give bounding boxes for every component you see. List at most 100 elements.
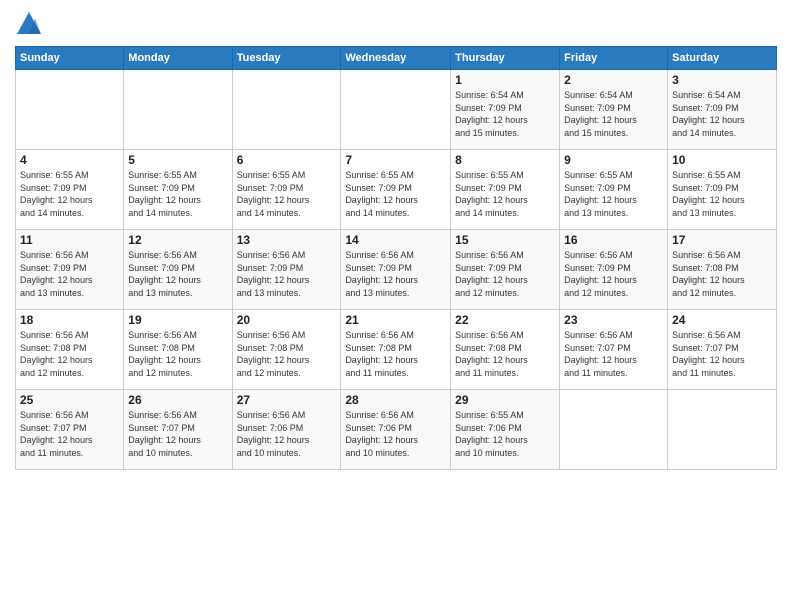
calendar-cell: 15 Sunrise: 6:56 AM Sunset: 7:09 PM Dayli… <box>451 230 560 310</box>
calendar-cell: 17 Sunrise: 6:56 AM Sunset: 7:08 PM Dayli… <box>668 230 777 310</box>
day-number: 29 <box>455 393 555 407</box>
day-info: Sunrise: 6:55 AM Sunset: 7:09 PM Dayligh… <box>128 169 227 219</box>
day-number: 10 <box>672 153 772 167</box>
calendar-header: SundayMondayTuesdayWednesdayThursdayFrid… <box>16 47 777 70</box>
calendar-cell: 28Sunrise: 6:56 AM Sunset: 7:06 PM Dayli… <box>341 390 451 470</box>
logo-icon <box>15 10 43 38</box>
day-info: Sunrise: 6:56 AM Sunset: 7:09 PM Dayligh… <box>345 249 446 299</box>
header-day-wednesday: Wednesday <box>341 47 451 70</box>
day-info: Sunrise: 6:56 AM Sunset: 7:08 PM Dayligh… <box>128 329 227 379</box>
day-number: 15 <box>455 233 555 247</box>
calendar-cell: 27 Sunrise: 6:56 AM Sunset: 7:06 PM Dayli… <box>232 390 341 470</box>
calendar-cell <box>560 390 668 470</box>
calendar-cell: 11 Sunrise: 6:56 AM Sunset: 7:09 PM Dayli… <box>16 230 124 310</box>
day-info: Sunrise: 6:56 AM Sunset: 7:08 PM Dayligh… <box>20 329 119 379</box>
day-number: 18 <box>20 313 119 327</box>
header-row: SundayMondayTuesdayWednesdayThursdayFrid… <box>16 47 777 70</box>
week-row-1: 1 Sunrise: 6:54 AM Sunset: 7:09 PM Daylig… <box>16 70 777 150</box>
calendar-cell <box>16 70 124 150</box>
header-day-monday: Monday <box>124 47 232 70</box>
calendar-cell: 20Sunrise: 6:56 AM Sunset: 7:08 PM Dayli… <box>232 310 341 390</box>
day-number: 21 <box>345 313 446 327</box>
day-number: 23 <box>564 313 663 327</box>
calendar-cell: 9 Sunrise: 6:55 AM Sunset: 7:09 PM Daylig… <box>560 150 668 230</box>
day-info: Sunrise: 6:54 AM Sunset: 7:09 PM Dayligh… <box>564 89 663 139</box>
day-number: 16 <box>564 233 663 247</box>
day-number: 7 <box>345 153 446 167</box>
day-info: Sunrise: 6:56 AM Sunset: 7:07 PM Dayligh… <box>564 329 663 379</box>
week-row-5: 25 Sunrise: 6:56 AM Sunset: 7:07 PM Dayli… <box>16 390 777 470</box>
calendar-cell: 18 Sunrise: 6:56 AM Sunset: 7:08 PM Dayli… <box>16 310 124 390</box>
day-info: Sunrise: 6:56 AM Sunset: 7:06 PM Dayligh… <box>237 409 337 459</box>
calendar-cell: 4Sunrise: 6:55 AM Sunset: 7:09 PM Daylig… <box>16 150 124 230</box>
page: SundayMondayTuesdayWednesdayThursdayFrid… <box>0 0 792 612</box>
day-info: Sunrise: 6:56 AM Sunset: 7:09 PM Dayligh… <box>564 249 663 299</box>
day-number: 6 <box>237 153 337 167</box>
day-number: 22 <box>455 313 555 327</box>
day-info: Sunrise: 6:56 AM Sunset: 7:08 PM Dayligh… <box>455 329 555 379</box>
calendar-cell: 3 Sunrise: 6:54 AM Sunset: 7:09 PM Daylig… <box>668 70 777 150</box>
day-number: 11 <box>20 233 119 247</box>
calendar-cell <box>668 390 777 470</box>
calendar-cell <box>232 70 341 150</box>
day-info: Sunrise: 6:56 AM Sunset: 7:09 PM Dayligh… <box>128 249 227 299</box>
day-info: Sunrise: 6:56 AM Sunset: 7:07 PM Dayligh… <box>672 329 772 379</box>
calendar-table: SundayMondayTuesdayWednesdayThursdayFrid… <box>15 46 777 470</box>
day-number: 1 <box>455 73 555 87</box>
day-number: 19 <box>128 313 227 327</box>
calendar-cell <box>341 70 451 150</box>
header <box>15 10 777 38</box>
logo <box>15 10 47 38</box>
day-info: Sunrise: 6:55 AM Sunset: 7:09 PM Dayligh… <box>672 169 772 219</box>
day-number: 3 <box>672 73 772 87</box>
day-number: 2 <box>564 73 663 87</box>
calendar-cell: 5 Sunrise: 6:55 AM Sunset: 7:09 PM Daylig… <box>124 150 232 230</box>
day-info: Sunrise: 6:56 AM Sunset: 7:08 PM Dayligh… <box>345 329 446 379</box>
week-row-4: 18 Sunrise: 6:56 AM Sunset: 7:08 PM Dayli… <box>16 310 777 390</box>
day-info: Sunrise: 6:55 AM Sunset: 7:09 PM Dayligh… <box>564 169 663 219</box>
day-number: 14 <box>345 233 446 247</box>
day-number: 5 <box>128 153 227 167</box>
day-info: Sunrise: 6:56 AM Sunset: 7:09 PM Dayligh… <box>455 249 555 299</box>
day-number: 26 <box>128 393 227 407</box>
week-row-2: 4Sunrise: 6:55 AM Sunset: 7:09 PM Daylig… <box>16 150 777 230</box>
header-day-tuesday: Tuesday <box>232 47 341 70</box>
day-number: 17 <box>672 233 772 247</box>
day-info: Sunrise: 6:56 AM Sunset: 7:06 PM Dayligh… <box>345 409 446 459</box>
header-day-saturday: Saturday <box>668 47 777 70</box>
calendar-cell: 1 Sunrise: 6:54 AM Sunset: 7:09 PM Daylig… <box>451 70 560 150</box>
calendar-cell: 23 Sunrise: 6:56 AM Sunset: 7:07 PM Dayli… <box>560 310 668 390</box>
calendar-cell: 14 Sunrise: 6:56 AM Sunset: 7:09 PM Dayli… <box>341 230 451 310</box>
calendar-cell: 2 Sunrise: 6:54 AM Sunset: 7:09 PM Daylig… <box>560 70 668 150</box>
day-info: Sunrise: 6:56 AM Sunset: 7:09 PM Dayligh… <box>20 249 119 299</box>
day-number: 8 <box>455 153 555 167</box>
calendar-cell: 8Sunrise: 6:55 AM Sunset: 7:09 PM Daylig… <box>451 150 560 230</box>
calendar-cell: 7 Sunrise: 6:55 AM Sunset: 7:09 PM Daylig… <box>341 150 451 230</box>
day-info: Sunrise: 6:54 AM Sunset: 7:09 PM Dayligh… <box>672 89 772 139</box>
day-number: 9 <box>564 153 663 167</box>
calendar-cell: 26 Sunrise: 6:56 AM Sunset: 7:07 PM Dayli… <box>124 390 232 470</box>
day-info: Sunrise: 6:56 AM Sunset: 7:08 PM Dayligh… <box>672 249 772 299</box>
calendar-cell: 19 Sunrise: 6:56 AM Sunset: 7:08 PM Dayli… <box>124 310 232 390</box>
calendar-cell: 21 Sunrise: 6:56 AM Sunset: 7:08 PM Dayli… <box>341 310 451 390</box>
day-number: 25 <box>20 393 119 407</box>
day-number: 24 <box>672 313 772 327</box>
day-info: Sunrise: 6:56 AM Sunset: 7:09 PM Dayligh… <box>237 249 337 299</box>
calendar-cell: 6 Sunrise: 6:55 AM Sunset: 7:09 PM Daylig… <box>232 150 341 230</box>
calendar-cell: 16 Sunrise: 6:56 AM Sunset: 7:09 PM Dayli… <box>560 230 668 310</box>
calendar-cell: 29Sunrise: 6:55 AM Sunset: 7:06 PM Dayli… <box>451 390 560 470</box>
day-info: Sunrise: 6:56 AM Sunset: 7:07 PM Dayligh… <box>20 409 119 459</box>
calendar-body: 1 Sunrise: 6:54 AM Sunset: 7:09 PM Daylig… <box>16 70 777 470</box>
day-info: Sunrise: 6:56 AM Sunset: 7:07 PM Dayligh… <box>128 409 227 459</box>
day-number: 20 <box>237 313 337 327</box>
calendar-cell: 25 Sunrise: 6:56 AM Sunset: 7:07 PM Dayli… <box>16 390 124 470</box>
day-info: Sunrise: 6:55 AM Sunset: 7:09 PM Dayligh… <box>237 169 337 219</box>
day-info: Sunrise: 6:55 AM Sunset: 7:09 PM Dayligh… <box>345 169 446 219</box>
day-info: Sunrise: 6:54 AM Sunset: 7:09 PM Dayligh… <box>455 89 555 139</box>
calendar-cell: 13Sunrise: 6:56 AM Sunset: 7:09 PM Dayli… <box>232 230 341 310</box>
day-info: Sunrise: 6:55 AM Sunset: 7:09 PM Dayligh… <box>20 169 119 219</box>
calendar-cell: 24 Sunrise: 6:56 AM Sunset: 7:07 PM Dayli… <box>668 310 777 390</box>
day-number: 27 <box>237 393 337 407</box>
header-day-friday: Friday <box>560 47 668 70</box>
calendar-cell: 22 Sunrise: 6:56 AM Sunset: 7:08 PM Dayli… <box>451 310 560 390</box>
